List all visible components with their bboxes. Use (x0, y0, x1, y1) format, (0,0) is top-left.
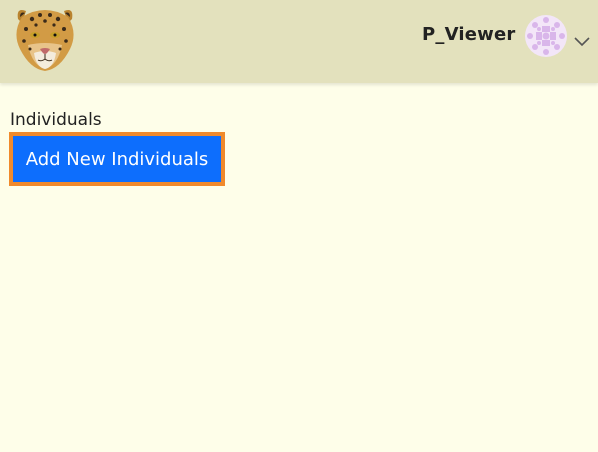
avatar-identicon-icon (524, 14, 568, 58)
app-header: P_Viewer (0, 0, 598, 83)
add-new-individuals-button[interactable]: Add New Individuals (9, 132, 225, 186)
leopard-logo-icon[interactable] (10, 5, 80, 73)
user-menu-toggle[interactable] (524, 14, 594, 58)
section-title: Individuals (10, 110, 102, 130)
username-label: P_Viewer (422, 24, 516, 45)
chevron-down-icon (574, 32, 590, 47)
